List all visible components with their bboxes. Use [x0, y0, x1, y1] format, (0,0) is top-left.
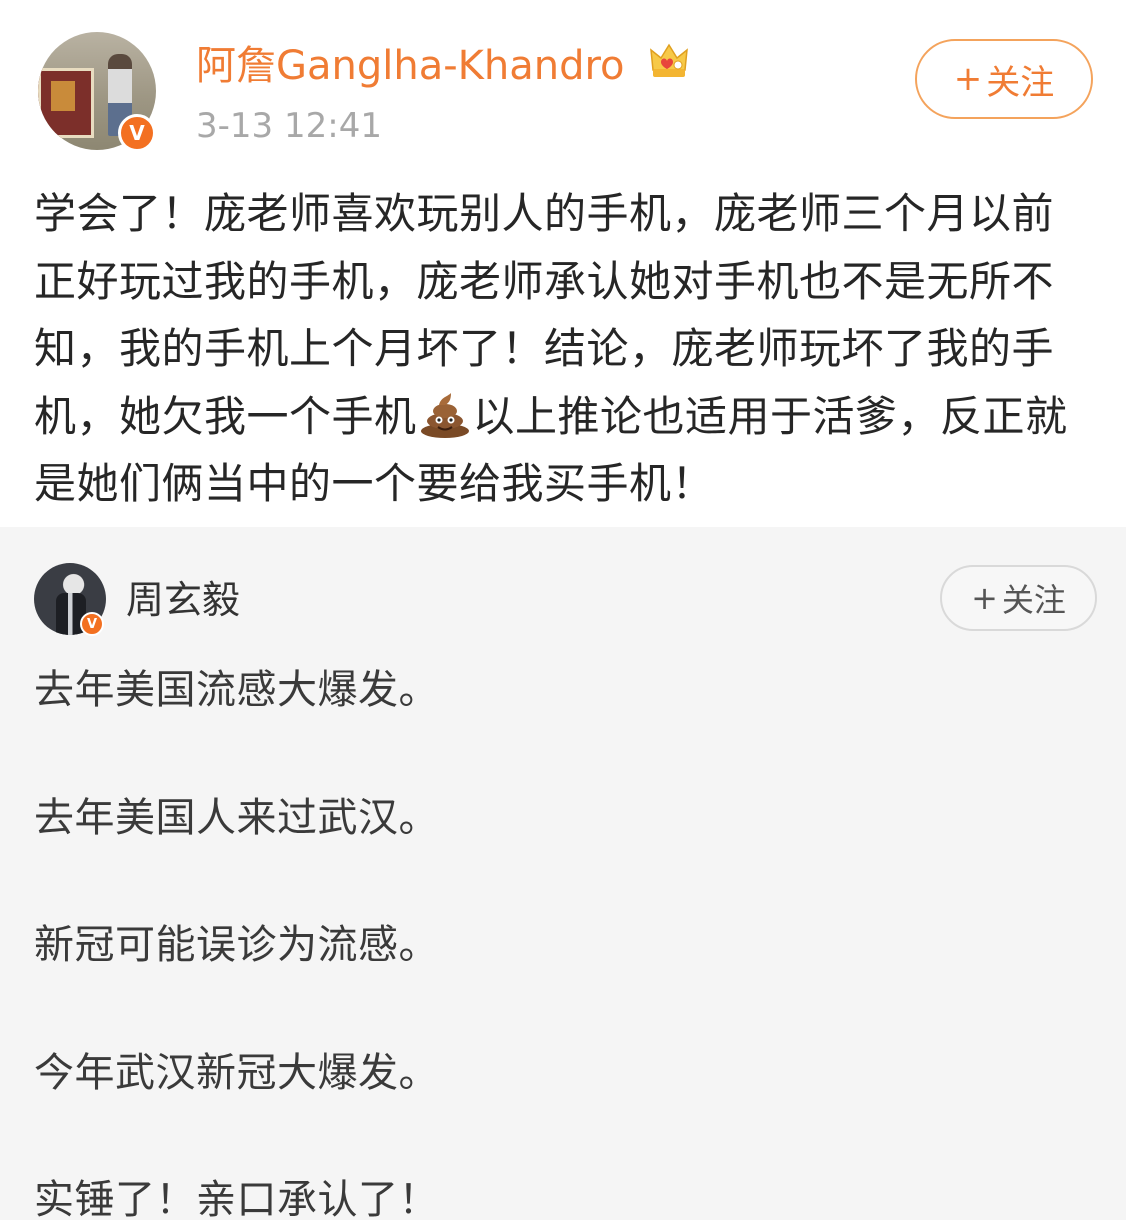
quote-line: 实锤了！亲口承认了！: [34, 1177, 439, 1220]
verified-badge-icon: V: [80, 612, 104, 636]
quote-line: 今年武汉新冠大爆发。: [34, 1050, 439, 1096]
quote-follow-button[interactable]: + 关注: [940, 565, 1097, 631]
main-post: V 阿詹Ganglha-Khandro 3-13 12:41 + 关注 学会了！…: [0, 0, 1126, 527]
weibo-screenshot: V 阿詹Ganglha-Khandro 3-13 12:41 + 关注 学会了！…: [0, 0, 1126, 1220]
post-timestamp: 3-13 12:41: [196, 106, 382, 146]
poop-emoji-icon: [420, 393, 469, 438]
quote-username[interactable]: 周玄毅: [126, 574, 240, 626]
quote-follow-button-label: 关注: [1001, 581, 1066, 619]
crown-icon: [650, 43, 688, 77]
verified-badge-icon: V: [118, 114, 156, 152]
avatar-painting: [38, 68, 94, 138]
post-body: 学会了！庞老师喜欢玩别人的手机，庞老师三个月以前正好玩过我的手机，庞老师承认她对…: [34, 180, 1094, 518]
quote-line: 新冠可能误诊为流感。: [34, 922, 439, 968]
follow-button[interactable]: + 关注: [915, 39, 1093, 119]
post-username[interactable]: 阿詹Ganglha-Khandro: [196, 38, 625, 94]
plus-icon: +: [953, 59, 983, 99]
quoted-post: [0, 527, 1126, 1220]
plus-icon: +: [971, 579, 998, 617]
follow-button-label: 关注: [986, 62, 1055, 103]
quote-line: 去年美国人来过武汉。: [34, 795, 439, 841]
quote-line: 去年美国流感大爆发。: [34, 667, 439, 713]
